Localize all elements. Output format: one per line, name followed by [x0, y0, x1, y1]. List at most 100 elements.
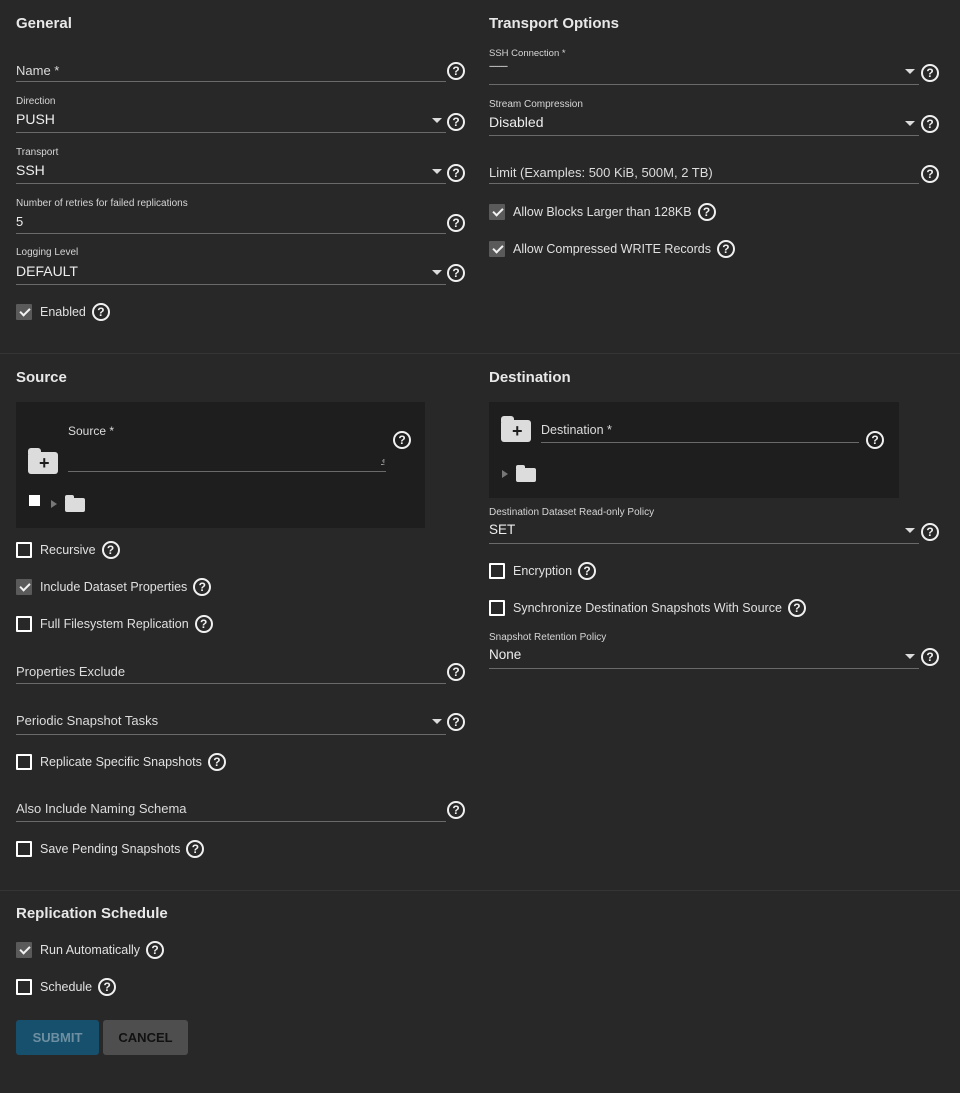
name-underline	[16, 81, 446, 82]
retries-underline	[16, 233, 446, 234]
help-icon[interactable]: ?	[447, 214, 465, 232]
general-title: General	[16, 15, 72, 32]
help-icon[interactable]: ?	[98, 978, 117, 996]
cancel-button[interactable]: CANCEL	[103, 1020, 188, 1055]
naming-schema-input[interactable]: Also Include Naming Schema	[16, 798, 446, 824]
help-icon[interactable]: ?	[186, 840, 205, 858]
run-automatically-checkbox-row[interactable]: Run Automatically ?	[16, 940, 165, 960]
help-icon[interactable]: ?	[447, 164, 465, 182]
transport-select[interactable]: Transport SSH	[16, 147, 446, 185]
include-properties-checkbox[interactable]	[16, 579, 32, 595]
full-filesystem-label: Full Filesystem Replication	[40, 617, 189, 631]
sync-snapshots-checkbox[interactable]	[489, 600, 505, 616]
compressed-write-checkbox[interactable]	[489, 241, 505, 257]
stream-compression-select[interactable]: Stream Compression Disabled	[489, 99, 919, 137]
schedule-label: Schedule	[40, 980, 93, 994]
large-blocks-checkbox[interactable]	[489, 204, 505, 220]
help-icon[interactable]: ?	[921, 648, 939, 666]
help-icon[interactable]: ?	[447, 801, 465, 819]
resize-handle-icon[interactable]: .:!	[380, 458, 385, 467]
submit-button[interactable]: SUBMIT	[16, 1020, 99, 1055]
help-icon[interactable]: ?	[447, 62, 465, 80]
periodic-snapshot-tasks-select[interactable]: Periodic Snapshot Tasks	[16, 710, 446, 736]
help-icon[interactable]: ?	[447, 113, 465, 131]
tree-node-checkbox[interactable]	[29, 495, 40, 506]
help-icon[interactable]: ?	[716, 240, 735, 258]
folder-plus-icon[interactable]: +	[501, 416, 531, 442]
save-pending-label: Save Pending Snapshots	[40, 842, 181, 856]
naming-schema-placeholder: Also Include Naming Schema	[16, 801, 187, 816]
help-icon[interactable]: ?	[921, 115, 939, 133]
help-icon[interactable]: ?	[194, 615, 213, 633]
direction-select[interactable]: Direction PUSH	[16, 96, 446, 134]
help-icon[interactable]: ?	[866, 431, 884, 449]
compressed-write-checkbox-row[interactable]: Allow Compressed WRITE Records ?	[489, 239, 735, 259]
help-icon[interactable]: ?	[91, 303, 110, 321]
schedule-checkbox-row[interactable]: Schedule ?	[16, 977, 117, 997]
enabled-label: Enabled	[40, 305, 86, 319]
full-filesystem-checkbox-row[interactable]: Full Filesystem Replication ?	[16, 614, 213, 634]
ssh-connection-select[interactable]: SSH Connection * ---------	[489, 48, 919, 86]
replicate-specific-checkbox-row[interactable]: Replicate Specific Snapshots ?	[16, 752, 226, 772]
help-icon[interactable]: ?	[447, 264, 465, 282]
replicate-specific-checkbox[interactable]	[16, 754, 32, 770]
tree-expand-icon[interactable]	[51, 500, 57, 508]
help-icon[interactable]: ?	[146, 941, 165, 959]
encryption-checkbox[interactable]	[489, 563, 505, 579]
enabled-checkbox[interactable]	[16, 304, 32, 320]
help-icon[interactable]: ?	[447, 713, 465, 731]
retries-label: Number of retries for failed replication…	[16, 198, 188, 209]
help-icon[interactable]: ?	[921, 64, 939, 82]
recursive-label: Recursive	[40, 543, 96, 557]
retries-input[interactable]: Number of retries for failed replication…	[16, 198, 446, 236]
save-pending-checkbox-row[interactable]: Save Pending Snapshots ?	[16, 839, 205, 859]
folder-plus-icon[interactable]: +	[28, 448, 58, 474]
ssh-connection-label: SSH Connection *	[489, 48, 566, 59]
transport-underline	[16, 183, 446, 184]
help-icon[interactable]: ?	[101, 541, 120, 559]
help-icon[interactable]: ?	[207, 753, 226, 771]
run-automatically-checkbox[interactable]	[16, 942, 32, 958]
limit-input[interactable]: Limit (Examples: 500 KiB, 500M, 2 TB)	[489, 162, 919, 186]
destination-underline	[541, 442, 859, 443]
large-blocks-checkbox-row[interactable]: Allow Blocks Larger than 128KB ?	[489, 202, 716, 222]
recursive-checkbox-row[interactable]: Recursive ?	[16, 540, 120, 560]
source-label: Source *	[68, 424, 115, 438]
readonly-policy-select[interactable]: Destination Dataset Read-only Policy SET	[489, 507, 919, 545]
help-icon[interactable]: ?	[393, 431, 411, 449]
properties-exclude-input[interactable]: Properties Exclude	[16, 661, 446, 685]
transport-value: SSH	[16, 162, 45, 178]
sync-snapshots-checkbox-row[interactable]: Synchronize Destination Snapshots With S…	[489, 598, 806, 618]
tree-expand-icon[interactable]	[502, 470, 508, 478]
logging-level-select[interactable]: Logging Level DEFAULT	[16, 247, 446, 285]
help-icon[interactable]: ?	[787, 599, 806, 617]
stream-compression-underline	[489, 135, 919, 136]
plus-glyph: +	[512, 421, 523, 441]
ssh-connection-value: ---------	[489, 61, 508, 71]
enabled-checkbox-row[interactable]: Enabled ?	[16, 302, 110, 322]
readonly-policy-label: Destination Dataset Read-only Policy	[489, 507, 655, 518]
recursive-checkbox[interactable]	[16, 542, 32, 558]
transport-options-title: Transport Options	[489, 15, 620, 32]
help-icon[interactable]: ?	[697, 203, 716, 221]
source-input[interactable]: .:!	[68, 446, 386, 472]
encryption-checkbox-row[interactable]: Encryption ?	[489, 561, 597, 581]
help-icon[interactable]: ?	[193, 578, 212, 596]
help-icon[interactable]: ?	[578, 562, 597, 580]
retention-policy-select[interactable]: Snapshot Retention Policy None	[489, 632, 919, 670]
include-properties-checkbox-row[interactable]: Include Dataset Properties ?	[16, 577, 212, 597]
retention-policy-label: Snapshot Retention Policy	[489, 632, 607, 643]
retries-value: 5	[16, 214, 24, 229]
schedule-checkbox[interactable]	[16, 979, 32, 995]
source-underline	[68, 471, 386, 472]
full-filesystem-checkbox[interactable]	[16, 616, 32, 632]
help-icon[interactable]: ?	[921, 523, 939, 541]
help-icon[interactable]: ?	[921, 165, 939, 183]
destination-input[interactable]: Destination *	[541, 420, 859, 443]
save-pending-checkbox[interactable]	[16, 841, 32, 857]
help-icon[interactable]: ?	[447, 663, 465, 681]
stream-compression-label: Stream Compression	[489, 99, 583, 110]
name-field[interactable]: Name *	[16, 60, 446, 84]
replication-schedule-title: Replication Schedule	[16, 905, 168, 922]
direction-label: Direction	[16, 96, 56, 107]
